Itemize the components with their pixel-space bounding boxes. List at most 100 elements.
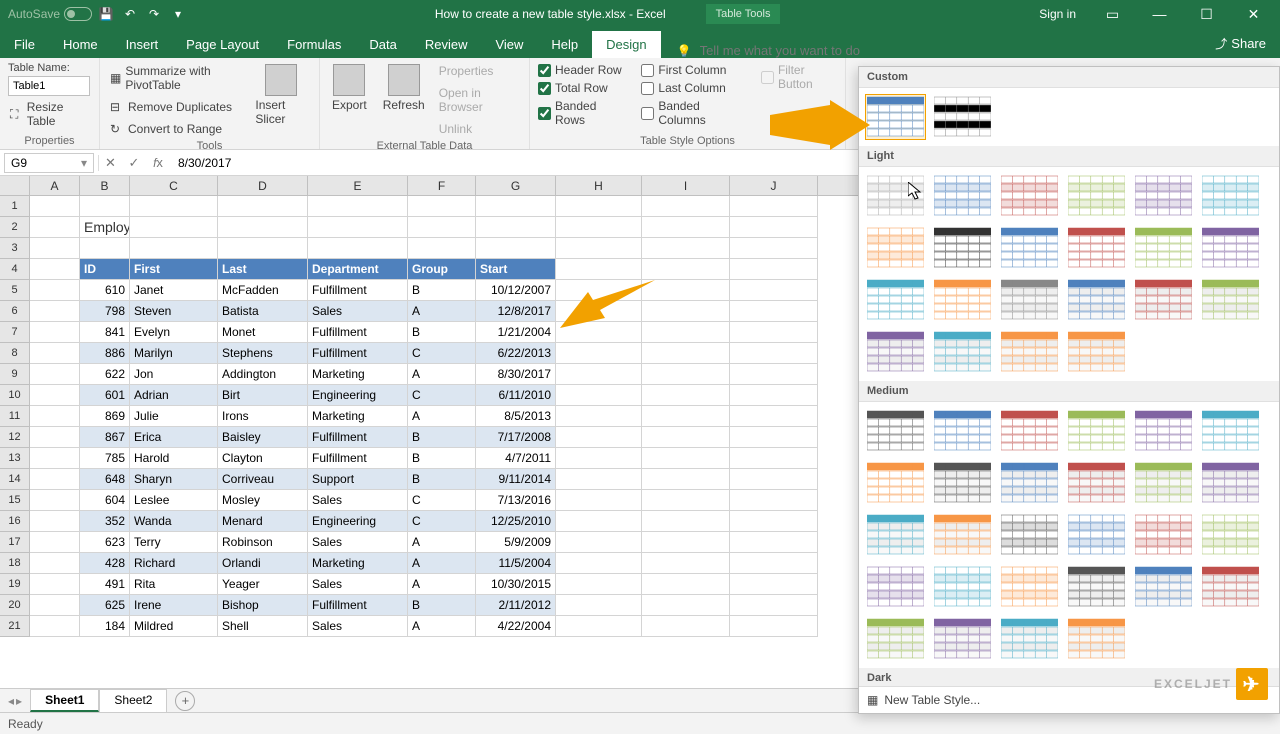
cell[interactable]: [130, 217, 218, 238]
cell[interactable]: 10/12/2007: [476, 280, 556, 301]
style-swatch[interactable]: [1133, 408, 1194, 454]
cell[interactable]: C: [408, 343, 476, 364]
cell[interactable]: Janet: [130, 280, 218, 301]
table-name-input[interactable]: [8, 76, 90, 96]
cell[interactable]: [730, 427, 818, 448]
column-header[interactable]: G: [476, 176, 556, 195]
cell[interactable]: C: [408, 385, 476, 406]
cell[interactable]: [730, 448, 818, 469]
cell[interactable]: [30, 385, 80, 406]
export-button[interactable]: Export: [328, 62, 371, 138]
tab-page-layout[interactable]: Page Layout: [172, 31, 273, 58]
style-swatch[interactable]: [865, 616, 926, 662]
tab-formulas[interactable]: Formulas: [273, 31, 355, 58]
cell[interactable]: [308, 238, 408, 259]
cell[interactable]: Last: [218, 259, 308, 280]
row-header[interactable]: 8: [0, 343, 30, 364]
cell[interactable]: Steven: [130, 301, 218, 322]
cell[interactable]: Employees: [80, 217, 130, 238]
cell[interactable]: [30, 490, 80, 511]
total-row-checkbox[interactable]: Total Row: [538, 80, 623, 96]
style-swatch[interactable]: [865, 408, 926, 454]
cell[interactable]: McFadden: [218, 280, 308, 301]
cell[interactable]: [642, 448, 730, 469]
cell[interactable]: [80, 238, 130, 259]
cell[interactable]: [408, 196, 476, 217]
cell[interactable]: 8/30/2017: [476, 364, 556, 385]
style-swatch[interactable]: [999, 329, 1060, 375]
cell[interactable]: B: [408, 469, 476, 490]
row-header[interactable]: 2: [0, 217, 30, 238]
cell[interactable]: [642, 595, 730, 616]
cell[interactable]: [30, 616, 80, 637]
cell[interactable]: 625: [80, 595, 130, 616]
style-swatch[interactable]: [865, 277, 926, 323]
header-row-checkbox[interactable]: Header Row: [538, 62, 623, 78]
cell[interactable]: [556, 574, 642, 595]
cell[interactable]: [730, 238, 818, 259]
last-column-checkbox[interactable]: Last Column: [641, 80, 743, 96]
cell[interactable]: Fulfillment: [308, 595, 408, 616]
tab-review[interactable]: Review: [411, 31, 482, 58]
cell[interactable]: [556, 343, 642, 364]
cell[interactable]: [642, 469, 730, 490]
style-swatch[interactable]: [932, 512, 993, 558]
cell[interactable]: Sharyn: [130, 469, 218, 490]
cell[interactable]: [642, 574, 730, 595]
cell[interactable]: 6/22/2013: [476, 343, 556, 364]
cell[interactable]: [642, 616, 730, 637]
cell[interactable]: [308, 196, 408, 217]
style-swatch[interactable]: [1066, 512, 1127, 558]
style-swatch[interactable]: [1066, 564, 1127, 610]
cell[interactable]: [730, 259, 818, 280]
cell[interactable]: [642, 238, 730, 259]
cell[interactable]: Richard: [130, 553, 218, 574]
row-header[interactable]: 18: [0, 553, 30, 574]
cell[interactable]: [730, 280, 818, 301]
cell[interactable]: 798: [80, 301, 130, 322]
convert-range-button[interactable]: ↻Convert to Range: [108, 120, 243, 138]
style-swatch[interactable]: [1066, 616, 1127, 662]
share-button[interactable]: ⤴Share: [1201, 29, 1280, 58]
cell[interactable]: [556, 490, 642, 511]
cell[interactable]: 428: [80, 553, 130, 574]
cell[interactable]: A: [408, 616, 476, 637]
summarize-pivot-button[interactable]: ▦Summarize with PivotTable: [108, 62, 243, 94]
add-sheet-button[interactable]: +: [175, 691, 195, 711]
cell[interactable]: [556, 532, 642, 553]
cell[interactable]: [30, 343, 80, 364]
cell[interactable]: 622: [80, 364, 130, 385]
cell[interactable]: Julie: [130, 406, 218, 427]
cell[interactable]: [730, 364, 818, 385]
cell[interactable]: Group: [408, 259, 476, 280]
cell[interactable]: [642, 406, 730, 427]
cell[interactable]: [642, 259, 730, 280]
cell[interactable]: [30, 196, 80, 217]
cell[interactable]: [30, 553, 80, 574]
cell[interactable]: [30, 532, 80, 553]
cell[interactable]: 4/7/2011: [476, 448, 556, 469]
cell[interactable]: 841: [80, 322, 130, 343]
name-box[interactable]: G9▾: [4, 153, 94, 173]
cell[interactable]: 7/17/2008: [476, 427, 556, 448]
cell[interactable]: 10/30/2015: [476, 574, 556, 595]
cell[interactable]: 610: [80, 280, 130, 301]
cell[interactable]: [556, 406, 642, 427]
row-header[interactable]: 3: [0, 238, 30, 259]
redo-icon[interactable]: ↷: [144, 4, 164, 24]
cell[interactable]: Marketing: [308, 553, 408, 574]
cell[interactable]: 7/13/2016: [476, 490, 556, 511]
cell[interactable]: [556, 427, 642, 448]
cell[interactable]: Engineering: [308, 385, 408, 406]
row-header[interactable]: 13: [0, 448, 30, 469]
column-header[interactable]: I: [642, 176, 730, 195]
cell[interactable]: 12/25/2010: [476, 511, 556, 532]
style-swatch[interactable]: [1066, 408, 1127, 454]
cell[interactable]: A: [408, 301, 476, 322]
cell[interactable]: Sales: [308, 574, 408, 595]
cell[interactable]: 867: [80, 427, 130, 448]
cell[interactable]: [556, 448, 642, 469]
row-header[interactable]: 17: [0, 532, 30, 553]
cell[interactable]: 11/5/2004: [476, 553, 556, 574]
select-all-corner[interactable]: [0, 176, 30, 195]
